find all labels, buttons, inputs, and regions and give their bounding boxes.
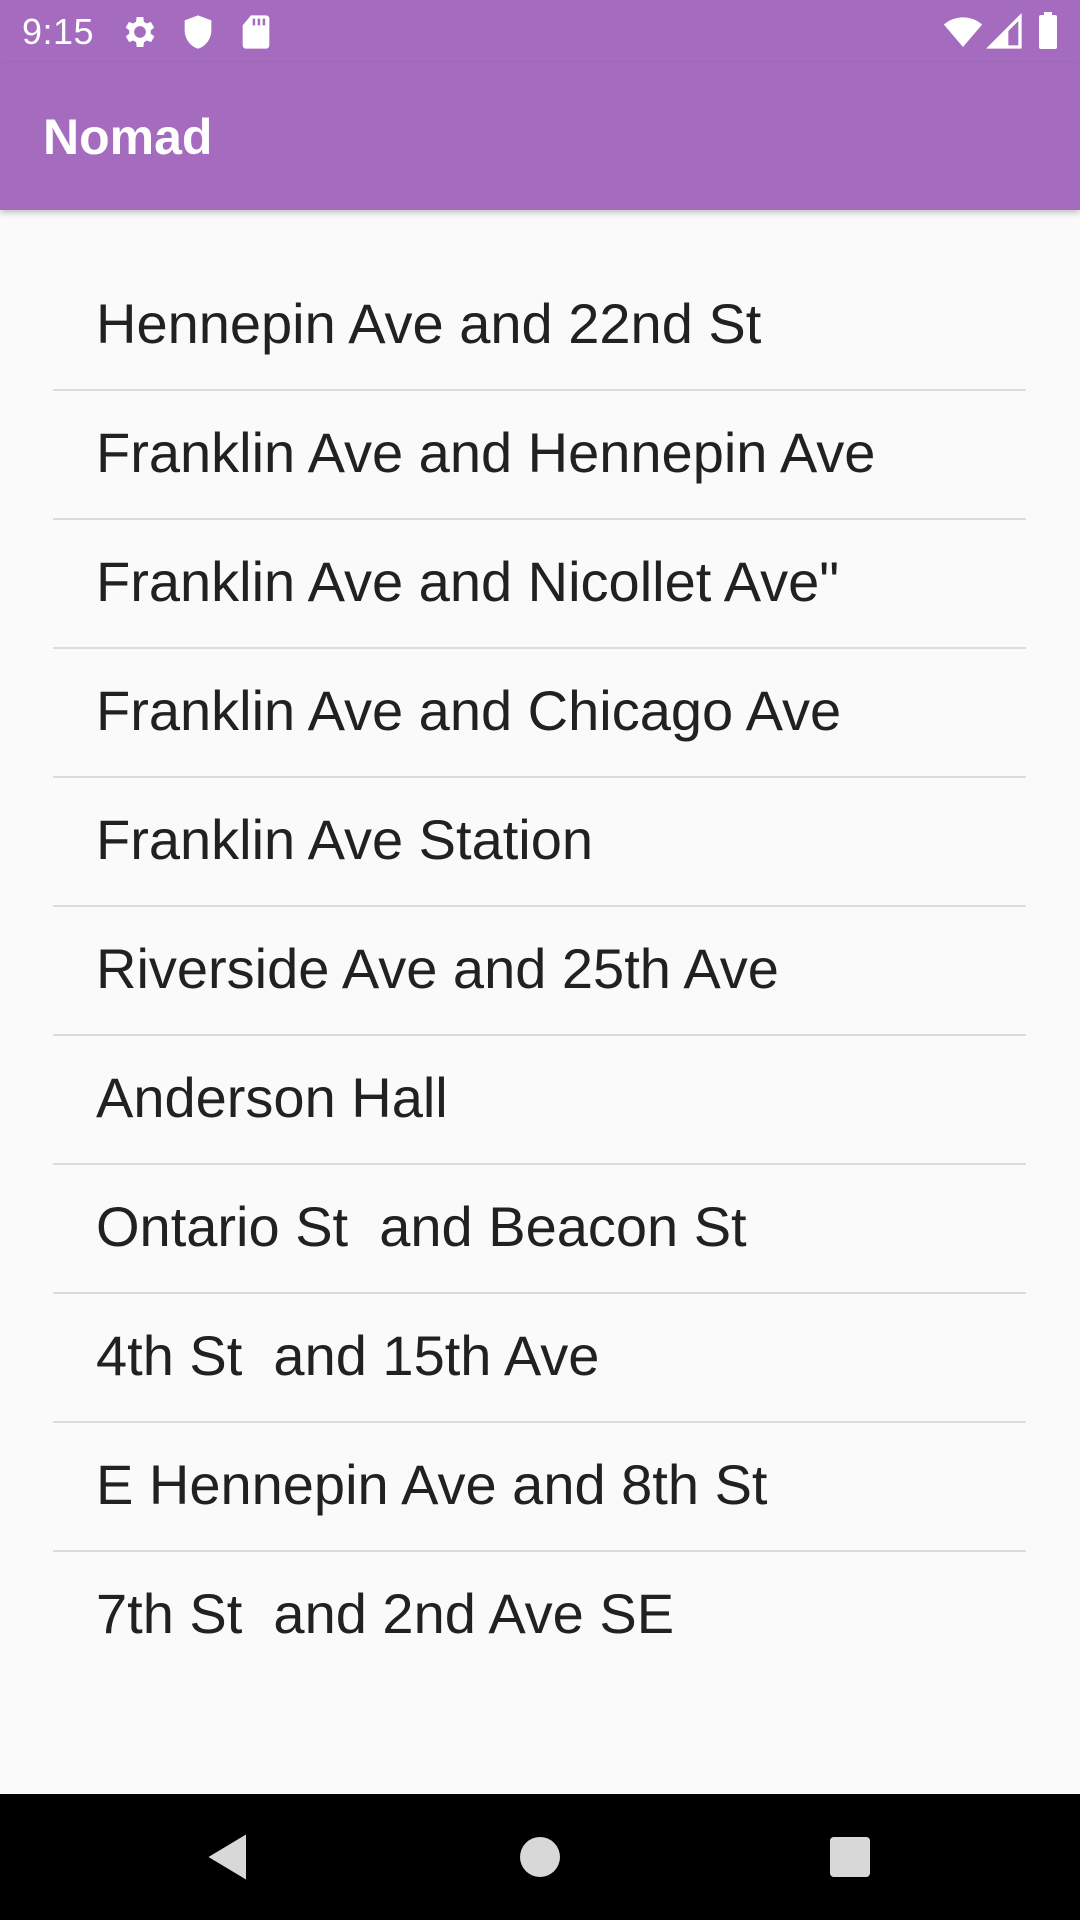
app-bar: Nomad [0,63,1080,210]
list-item[interactable]: Ontario St and Beacon St [53,1165,1026,1294]
stop-label: Anderson Hall [96,1066,448,1129]
home-icon[interactable] [510,1827,570,1887]
list-item[interactable]: Riverside Ave and 25th Ave [53,907,1026,1036]
list-item[interactable]: 4th St and 15th Ave [53,1294,1026,1423]
wifi-icon [943,12,983,52]
list-item[interactable]: Franklin Ave and Nicollet Ave" [53,520,1026,649]
stop-label: 4th St and 15th Ave [96,1324,600,1387]
stop-list: Hennepin Ave and 22nd St Franklin Ave an… [53,262,1026,1681]
stop-label: E Hennepin Ave and 8th St [96,1453,768,1516]
stop-label: Hennepin Ave and 22nd St [96,292,762,355]
recents-icon[interactable] [820,1827,880,1887]
list-item[interactable]: 7th St and 2nd Ave SE [53,1552,1026,1681]
settings-icon [120,12,160,52]
cellular-signal-icon [985,12,1025,52]
list-item[interactable]: E Hennepin Ave and 8th St [53,1423,1026,1552]
battery-icon [1029,12,1067,52]
list-item[interactable]: Anderson Hall [53,1036,1026,1165]
list-item[interactable]: Franklin Ave Station [53,778,1026,907]
shield-icon [178,12,218,52]
app-title: Nomad [43,109,213,165]
stop-label: 7th St and 2nd Ave SE [96,1582,675,1645]
stop-label: Franklin Ave Station [96,808,594,871]
list-item[interactable]: Franklin Ave and Chicago Ave [53,649,1026,778]
list-item[interactable]: Franklin Ave and Hennepin Ave [53,391,1026,520]
stop-label: Franklin Ave and Hennepin Ave [96,421,876,484]
stop-label: Franklin Ave and Chicago Ave [96,679,842,742]
stop-label: Ontario St and Beacon St [96,1195,747,1258]
list-item[interactable]: Hennepin Ave and 22nd St [53,262,1026,391]
back-icon[interactable] [196,1827,256,1887]
sd-card-icon [236,12,276,52]
stop-label: Franklin Ave and Nicollet Ave" [96,550,840,613]
navigation-bar [0,1794,1080,1920]
status-bar: 9:15 [0,0,1080,63]
status-time: 9:15 [22,11,95,52]
stop-label: Riverside Ave and 25th Ave [96,937,779,1000]
